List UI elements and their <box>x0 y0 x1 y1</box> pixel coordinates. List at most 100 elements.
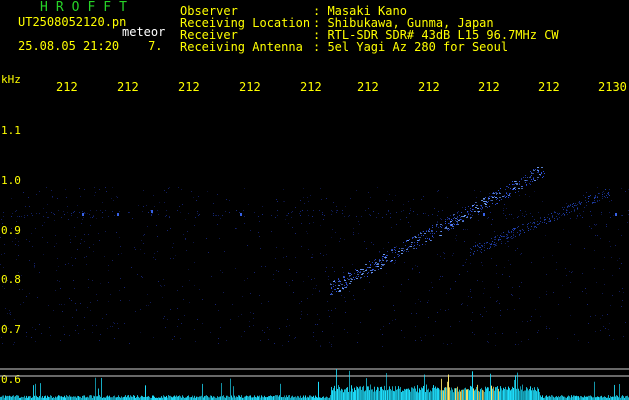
noise-speck <box>12 241 13 242</box>
noise-speck <box>595 225 596 226</box>
noise-speck <box>333 336 334 337</box>
noise-speck <box>411 313 412 314</box>
trace-pixel <box>169 216 170 217</box>
noise-speck <box>289 269 290 270</box>
trace-pixel <box>519 230 520 231</box>
baseline-bar <box>358 388 359 400</box>
baseline-bar <box>69 395 70 400</box>
noise-speck <box>482 316 483 317</box>
trace-pixel <box>460 219 461 220</box>
timestamp: 25.08.05 21:20 7. <box>18 40 163 52</box>
noise-speck <box>307 314 308 315</box>
baseline-bar <box>99 395 100 400</box>
noise-speck <box>52 197 53 198</box>
noise-speck <box>292 211 293 212</box>
trace-pixel <box>490 247 491 248</box>
noise-speck <box>465 262 466 263</box>
trace-pixel <box>349 215 350 216</box>
noise-speck <box>392 320 393 321</box>
trace-pixel <box>406 217 407 218</box>
noise-speck <box>71 257 72 258</box>
trace-pixel <box>457 223 458 224</box>
noise-speck <box>328 279 329 280</box>
trace-pixel <box>494 246 495 247</box>
baseline-bar <box>344 389 345 400</box>
noise-speck <box>366 248 367 249</box>
noise-speck <box>483 293 484 294</box>
trace-pixel <box>533 178 534 179</box>
trace-pixel <box>574 211 575 212</box>
trace-pixel <box>515 236 516 237</box>
baseline-bar <box>354 387 355 400</box>
noise-speck <box>211 276 212 277</box>
baseline-bar <box>460 391 461 400</box>
trace-pixel <box>512 229 513 230</box>
trace-pixel <box>370 265 371 266</box>
noise-speck <box>279 328 280 329</box>
trace-pixel <box>386 261 387 262</box>
noise-speck <box>327 301 328 302</box>
baseline-bar <box>465 387 466 400</box>
trace-pixel <box>594 197 595 198</box>
trace-pixel <box>379 259 380 260</box>
trace-pixel <box>462 221 464 222</box>
trace-pixel <box>489 248 490 249</box>
trace-pixel <box>395 250 396 251</box>
noise-speck <box>259 221 260 222</box>
baseline-bar <box>239 395 240 400</box>
noise-speck <box>292 227 293 228</box>
noise-speck <box>301 311 302 312</box>
trace-pixel <box>551 213 552 214</box>
trace-pixel <box>351 279 353 280</box>
baseline-bar <box>521 389 522 400</box>
baseline-bar <box>470 385 471 400</box>
trace-pixel <box>377 266 379 267</box>
trace-pixel <box>343 289 344 290</box>
trace-pixel <box>601 214 602 215</box>
noise-speck <box>395 195 396 196</box>
trace-pixel <box>570 204 571 205</box>
baseline-bar <box>134 395 135 400</box>
noise-speck <box>185 239 186 240</box>
noise-speck <box>11 198 12 199</box>
trace-pixel <box>520 233 521 234</box>
baseline-bar <box>30 396 31 400</box>
baseline-bar <box>509 388 510 400</box>
baseline-bar <box>114 395 115 400</box>
noise-speck <box>85 213 86 214</box>
noise-speck <box>96 294 97 295</box>
baseline-bar <box>333 388 334 400</box>
trace-pixel <box>457 212 458 213</box>
noise-speck <box>303 197 304 198</box>
baseline-bar <box>226 395 227 400</box>
trace-pixel <box>544 219 545 220</box>
baseline-bar <box>141 395 142 400</box>
noise-speck <box>67 206 68 207</box>
baseline-bar <box>558 395 559 400</box>
trace-pixel <box>477 245 478 246</box>
trace-pixel <box>608 192 609 193</box>
trace-pixel <box>472 209 473 210</box>
noise-speck <box>326 254 327 255</box>
noise-speck <box>358 333 359 334</box>
trace-pixel <box>24 215 25 216</box>
noise-speck <box>596 282 597 283</box>
noise-speck <box>260 248 261 249</box>
noise-speck <box>124 287 125 288</box>
baseline-bar <box>77 395 78 400</box>
trace-pixel <box>512 238 513 239</box>
noise-speck <box>235 228 236 229</box>
trace-pixel <box>482 208 483 209</box>
noise-speck <box>546 326 547 327</box>
noise-speck <box>66 197 67 198</box>
trace-pixel <box>593 202 594 203</box>
trace-pixel <box>559 217 560 218</box>
baseline-bar <box>277 395 278 400</box>
baseline-bar <box>516 388 517 400</box>
noise-speck <box>108 265 109 266</box>
baseline-bar <box>331 386 332 400</box>
noise-speck <box>242 296 243 297</box>
noise-speck <box>167 319 168 320</box>
noise-speck <box>328 310 329 311</box>
baseline-bar <box>472 371 473 400</box>
